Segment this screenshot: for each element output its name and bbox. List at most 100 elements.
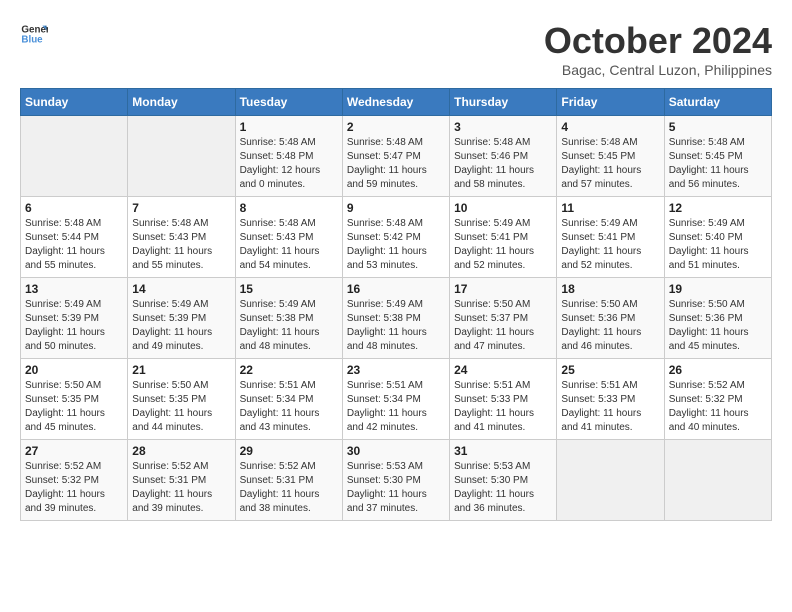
- table-row: 27 Sunrise: 5:52 AMSunset: 5:32 PMDaylig…: [21, 440, 128, 521]
- day-number: 18: [561, 282, 659, 296]
- day-number: 19: [669, 282, 767, 296]
- day-number: 10: [454, 201, 552, 215]
- table-row: 15 Sunrise: 5:49 AMSunset: 5:38 PMDaylig…: [235, 278, 342, 359]
- table-row: 4 Sunrise: 5:48 AMSunset: 5:45 PMDayligh…: [557, 116, 664, 197]
- calendar-week-row: 1 Sunrise: 5:48 AMSunset: 5:48 PMDayligh…: [21, 116, 772, 197]
- table-row: 11 Sunrise: 5:49 AMSunset: 5:41 PMDaylig…: [557, 197, 664, 278]
- day-info: Sunrise: 5:50 AMSunset: 5:37 PMDaylight:…: [454, 298, 552, 354]
- day-number: 26: [669, 363, 767, 377]
- day-info: Sunrise: 5:49 AMSunset: 5:38 PMDaylight:…: [240, 298, 338, 354]
- day-number: 28: [132, 444, 230, 458]
- table-row: 14 Sunrise: 5:49 AMSunset: 5:39 PMDaylig…: [128, 278, 235, 359]
- calendar-week-row: 20 Sunrise: 5:50 AMSunset: 5:35 PMDaylig…: [21, 359, 772, 440]
- day-number: 14: [132, 282, 230, 296]
- page-header: General Blue October 2024 Bagac, Central…: [20, 20, 772, 78]
- table-row: [128, 116, 235, 197]
- day-info: Sunrise: 5:50 AMSunset: 5:35 PMDaylight:…: [132, 379, 230, 435]
- day-info: Sunrise: 5:50 AMSunset: 5:36 PMDaylight:…: [669, 298, 767, 354]
- day-number: 30: [347, 444, 445, 458]
- day-info: Sunrise: 5:48 AMSunset: 5:43 PMDaylight:…: [240, 217, 338, 273]
- header-saturday: Saturday: [664, 89, 771, 116]
- table-row: 24 Sunrise: 5:51 AMSunset: 5:33 PMDaylig…: [450, 359, 557, 440]
- header-friday: Friday: [557, 89, 664, 116]
- table-row: 6 Sunrise: 5:48 AMSunset: 5:44 PMDayligh…: [21, 197, 128, 278]
- day-info: Sunrise: 5:48 AMSunset: 5:48 PMDaylight:…: [240, 136, 338, 192]
- calendar-week-row: 13 Sunrise: 5:49 AMSunset: 5:39 PMDaylig…: [21, 278, 772, 359]
- table-row: 28 Sunrise: 5:52 AMSunset: 5:31 PMDaylig…: [128, 440, 235, 521]
- table-row: 16 Sunrise: 5:49 AMSunset: 5:38 PMDaylig…: [342, 278, 449, 359]
- header-thursday: Thursday: [450, 89, 557, 116]
- table-row: 17 Sunrise: 5:50 AMSunset: 5:37 PMDaylig…: [450, 278, 557, 359]
- day-number: 6: [25, 201, 123, 215]
- header-sunday: Sunday: [21, 89, 128, 116]
- table-row: 5 Sunrise: 5:48 AMSunset: 5:45 PMDayligh…: [664, 116, 771, 197]
- table-row: 21 Sunrise: 5:50 AMSunset: 5:35 PMDaylig…: [128, 359, 235, 440]
- month-title: October 2024: [544, 20, 772, 62]
- table-row: 2 Sunrise: 5:48 AMSunset: 5:47 PMDayligh…: [342, 116, 449, 197]
- table-row: 23 Sunrise: 5:51 AMSunset: 5:34 PMDaylig…: [342, 359, 449, 440]
- table-row: 1 Sunrise: 5:48 AMSunset: 5:48 PMDayligh…: [235, 116, 342, 197]
- day-number: 12: [669, 201, 767, 215]
- table-row: 8 Sunrise: 5:48 AMSunset: 5:43 PMDayligh…: [235, 197, 342, 278]
- day-number: 11: [561, 201, 659, 215]
- day-number: 5: [669, 120, 767, 134]
- day-info: Sunrise: 5:50 AMSunset: 5:35 PMDaylight:…: [25, 379, 123, 435]
- day-number: 17: [454, 282, 552, 296]
- day-number: 4: [561, 120, 659, 134]
- title-block: October 2024 Bagac, Central Luzon, Phili…: [544, 20, 772, 78]
- table-row: 9 Sunrise: 5:48 AMSunset: 5:42 PMDayligh…: [342, 197, 449, 278]
- day-info: Sunrise: 5:48 AMSunset: 5:45 PMDaylight:…: [561, 136, 659, 192]
- day-number: 31: [454, 444, 552, 458]
- table-row: 3 Sunrise: 5:48 AMSunset: 5:46 PMDayligh…: [450, 116, 557, 197]
- table-row: 18 Sunrise: 5:50 AMSunset: 5:36 PMDaylig…: [557, 278, 664, 359]
- table-row: 30 Sunrise: 5:53 AMSunset: 5:30 PMDaylig…: [342, 440, 449, 521]
- day-number: 24: [454, 363, 552, 377]
- day-info: Sunrise: 5:51 AMSunset: 5:34 PMDaylight:…: [240, 379, 338, 435]
- table-row: [21, 116, 128, 197]
- calendar-week-row: 6 Sunrise: 5:48 AMSunset: 5:44 PMDayligh…: [21, 197, 772, 278]
- table-row: [557, 440, 664, 521]
- table-row: [664, 440, 771, 521]
- day-number: 25: [561, 363, 659, 377]
- day-number: 27: [25, 444, 123, 458]
- svg-text:Blue: Blue: [21, 34, 43, 45]
- day-info: Sunrise: 5:49 AMSunset: 5:41 PMDaylight:…: [454, 217, 552, 273]
- logo-icon: General Blue: [20, 20, 48, 48]
- header-tuesday: Tuesday: [235, 89, 342, 116]
- day-info: Sunrise: 5:48 AMSunset: 5:47 PMDaylight:…: [347, 136, 445, 192]
- day-info: Sunrise: 5:49 AMSunset: 5:38 PMDaylight:…: [347, 298, 445, 354]
- day-number: 1: [240, 120, 338, 134]
- header-monday: Monday: [128, 89, 235, 116]
- day-info: Sunrise: 5:49 AMSunset: 5:39 PMDaylight:…: [132, 298, 230, 354]
- day-info: Sunrise: 5:48 AMSunset: 5:42 PMDaylight:…: [347, 217, 445, 273]
- day-info: Sunrise: 5:48 AMSunset: 5:44 PMDaylight:…: [25, 217, 123, 273]
- day-number: 16: [347, 282, 445, 296]
- table-row: 10 Sunrise: 5:49 AMSunset: 5:41 PMDaylig…: [450, 197, 557, 278]
- day-number: 13: [25, 282, 123, 296]
- table-row: 29 Sunrise: 5:52 AMSunset: 5:31 PMDaylig…: [235, 440, 342, 521]
- day-number: 23: [347, 363, 445, 377]
- day-info: Sunrise: 5:48 AMSunset: 5:46 PMDaylight:…: [454, 136, 552, 192]
- day-info: Sunrise: 5:51 AMSunset: 5:33 PMDaylight:…: [454, 379, 552, 435]
- table-row: 25 Sunrise: 5:51 AMSunset: 5:33 PMDaylig…: [557, 359, 664, 440]
- table-row: 31 Sunrise: 5:53 AMSunset: 5:30 PMDaylig…: [450, 440, 557, 521]
- day-info: Sunrise: 5:51 AMSunset: 5:33 PMDaylight:…: [561, 379, 659, 435]
- day-info: Sunrise: 5:48 AMSunset: 5:45 PMDaylight:…: [669, 136, 767, 192]
- day-info: Sunrise: 5:49 AMSunset: 5:40 PMDaylight:…: [669, 217, 767, 273]
- day-info: Sunrise: 5:53 AMSunset: 5:30 PMDaylight:…: [454, 460, 552, 516]
- calendar-week-row: 27 Sunrise: 5:52 AMSunset: 5:32 PMDaylig…: [21, 440, 772, 521]
- day-number: 22: [240, 363, 338, 377]
- day-info: Sunrise: 5:52 AMSunset: 5:31 PMDaylight:…: [132, 460, 230, 516]
- day-number: 9: [347, 201, 445, 215]
- table-row: 7 Sunrise: 5:48 AMSunset: 5:43 PMDayligh…: [128, 197, 235, 278]
- day-number: 15: [240, 282, 338, 296]
- table-row: 19 Sunrise: 5:50 AMSunset: 5:36 PMDaylig…: [664, 278, 771, 359]
- day-info: Sunrise: 5:50 AMSunset: 5:36 PMDaylight:…: [561, 298, 659, 354]
- calendar-table: Sunday Monday Tuesday Wednesday Thursday…: [20, 88, 772, 521]
- calendar-header-row: Sunday Monday Tuesday Wednesday Thursday…: [21, 89, 772, 116]
- day-info: Sunrise: 5:52 AMSunset: 5:32 PMDaylight:…: [669, 379, 767, 435]
- day-info: Sunrise: 5:48 AMSunset: 5:43 PMDaylight:…: [132, 217, 230, 273]
- day-number: 2: [347, 120, 445, 134]
- day-info: Sunrise: 5:49 AMSunset: 5:41 PMDaylight:…: [561, 217, 659, 273]
- day-info: Sunrise: 5:51 AMSunset: 5:34 PMDaylight:…: [347, 379, 445, 435]
